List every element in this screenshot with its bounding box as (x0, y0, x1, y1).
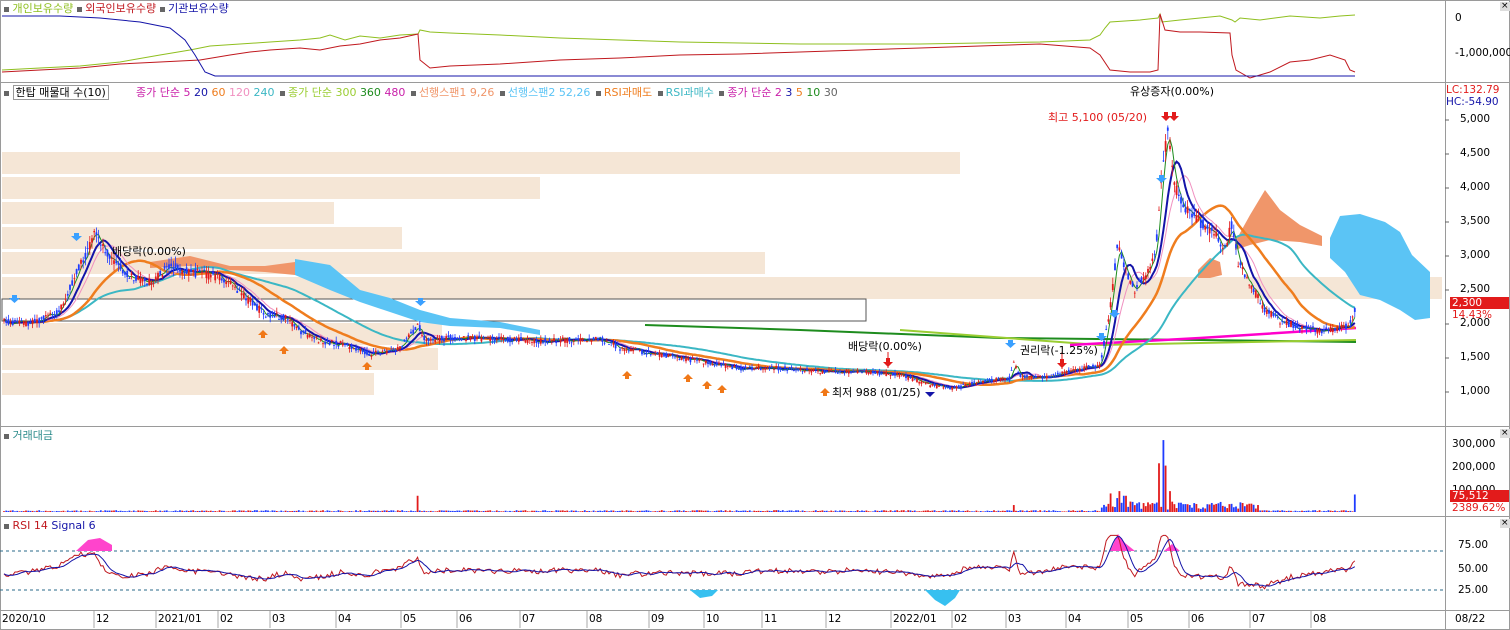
x-tick: 12 (828, 613, 842, 625)
x-tick: 07 (1252, 613, 1266, 625)
x-tick: 09 (651, 613, 665, 625)
x-tick: 06 (1191, 613, 1205, 625)
rsi-legend: RSI 14 Signal 6 (4, 519, 96, 532)
rsi-overbought-fill (76, 538, 112, 551)
rsi-tick-1: 50.00 (1458, 563, 1489, 575)
rsi-lines (3, 534, 1356, 606)
rsi-tick-2: 25.00 (1458, 584, 1489, 596)
x-tick: 02 (954, 613, 968, 625)
close-icon[interactable]: × (1500, 519, 1510, 528)
rsi-line (3, 534, 1356, 590)
rsi-signal: Signal 6 (51, 519, 96, 532)
rsi-title: RSI 14 (12, 519, 48, 532)
x-tick: 08 (1313, 613, 1327, 625)
x-tick: 2020/10 (2, 613, 46, 625)
x-tick: 07 (522, 613, 536, 625)
x-tick: 03 (272, 613, 286, 625)
rsi-tick-0: 75.00 (1458, 539, 1489, 551)
rsi-panel (0, 534, 1445, 606)
x-tick: 10 (706, 613, 720, 625)
x-tick: 06 (459, 613, 473, 625)
x-tick: 04 (338, 613, 352, 625)
x-tick: 05 (1130, 613, 1144, 625)
x-tick: 08 (589, 613, 603, 625)
x-tick: 2021/01 (158, 613, 202, 625)
rsi-overbought-fill (1164, 544, 1180, 551)
square-icon (4, 523, 9, 529)
x-tick: 04 (1068, 613, 1082, 625)
x-tick: 2022/01 (893, 613, 937, 625)
x-tick: 05 (403, 613, 417, 625)
x-tick: 12 (96, 613, 110, 625)
rsi-oversold-fill (690, 590, 718, 598)
x-tick: 03 (1008, 613, 1022, 625)
rsi-signal-line (3, 536, 1356, 587)
x-tick: 08/22 (1455, 613, 1486, 625)
rsi-oversold-fill (925, 590, 960, 606)
x-tick: 11 (764, 613, 778, 625)
x-tick: 02 (220, 613, 234, 625)
